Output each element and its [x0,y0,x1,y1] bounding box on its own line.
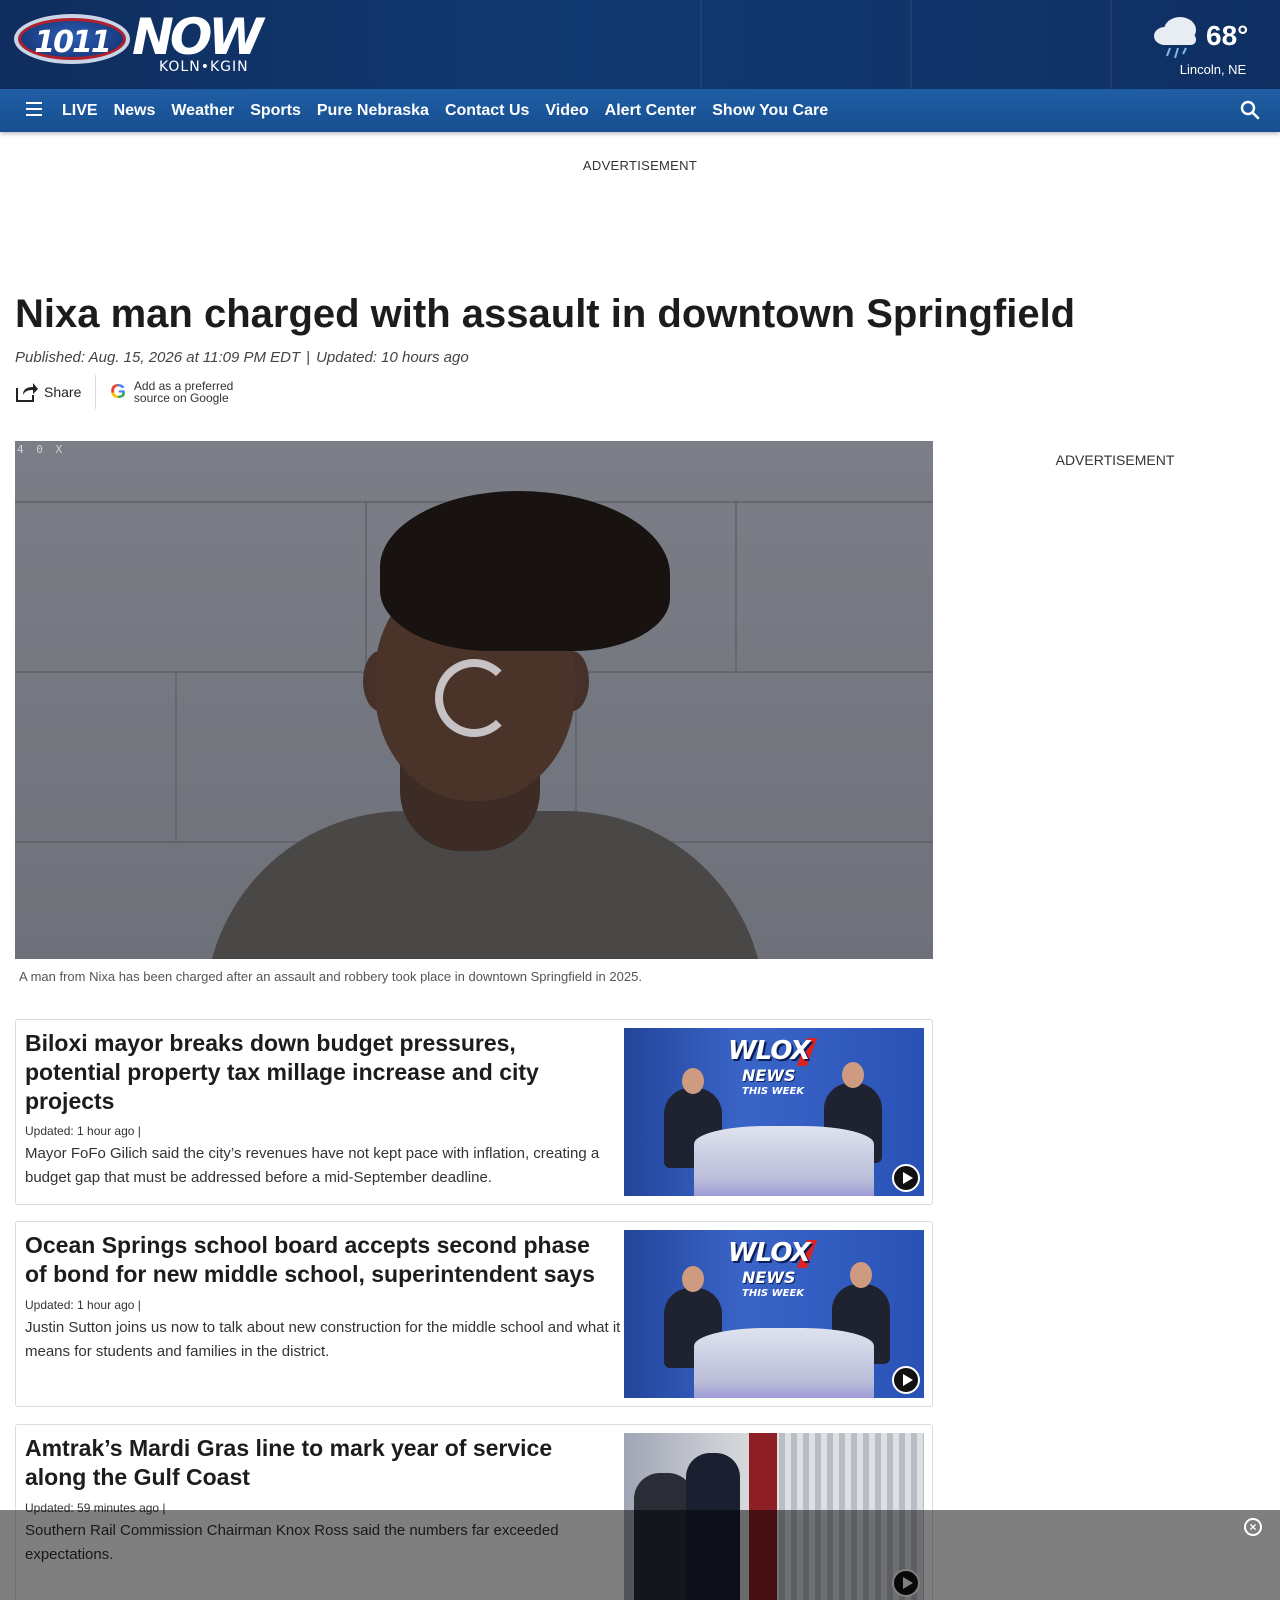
header-texture [1110,0,1112,89]
nav-item-alert-center[interactable]: Alert Center [597,102,705,120]
studio-anchor-left-head [682,1266,704,1292]
logo-callsigns: KOLN•KGIN [159,59,249,75]
thumb-brand-sub: NEWS [742,1066,796,1085]
site-logo[interactable]: 1011 NOW KOLN•KGIN [14,8,276,78]
play-icon[interactable] [892,1366,920,1394]
share-icon [16,383,38,402]
nav-item-show-you-care[interactable]: Show You Care [704,102,836,120]
related-story-title[interactable]: Ocean Springs school board accepts secon… [25,1231,615,1289]
google-source-text: Add as a preferred source on Google [134,380,233,404]
related-story-meta: Updated: 1 hour ago | [25,1124,141,1138]
top-ad-label: ADVERTISEMENT [582,158,698,173]
cloud-rain-icon [1154,17,1196,59]
wall-mortar [365,501,367,671]
nav-item-weather[interactable]: Weather [163,102,242,120]
logo-number: 1011 [34,25,112,60]
thumb-brand-tag: THIS WEEK [742,1086,805,1097]
news-studio-image: WLOX NEWS THIS WEEK [624,1028,924,1196]
wall-mortar [735,501,737,671]
logo-oval: 1011 [14,14,130,64]
news-studio-image: WLOX NEWS THIS WEEK [624,1230,924,1398]
close-circle-icon[interactable]: × [1244,1518,1262,1536]
related-story-summary: Justin Sutton joins us now to talk about… [25,1319,621,1360]
related-story-meta: Updated: 1 hour ago | [25,1298,141,1312]
nav-list: LIVE News Weather Sports Pure Nebraska C… [54,89,836,132]
hero-image[interactable]: 4 0 X [15,441,933,959]
updated-date: Updated: 10 hours ago [316,349,469,366]
google-preferred-source-button[interactable]: G Add as a preferred source on Google [110,380,233,404]
thumb-brand: WLOX [728,1238,811,1268]
studio-desk [694,1328,874,1398]
camera-overlay-text: 4 0 X [17,443,66,456]
studio-anchor-right-head [842,1062,864,1088]
right-ad-label: ADVERTISEMENT [1055,452,1175,468]
related-story-title[interactable]: Biloxi mayor breaks down budget pressure… [25,1029,615,1116]
nav-item-pure-nebraska[interactable]: Pure Nebraska [309,102,437,120]
share-label: Share [44,384,82,400]
share-divider [95,375,97,409]
article-actions: Share G Add as a preferred source on Goo… [15,374,233,410]
thumb-brand: WLOX [728,1036,811,1066]
published-date: Published: Aug. 15, 2026 at 11:09 PM EDT [15,349,301,366]
nav-item-contact-us[interactable]: Contact Us [437,102,537,120]
studio-desk [694,1126,874,1196]
google-icon: G [110,380,126,403]
loading-spinner-icon [435,659,513,737]
related-story-thumbnail[interactable]: WLOX NEWS THIS WEEK [624,1230,924,1398]
nav-item-sports[interactable]: Sports [242,102,309,120]
wall-mortar [175,671,177,841]
sticky-ad-overlay: × [0,1510,1280,1600]
hamburger-menu-icon[interactable] [26,102,42,118]
search-icon[interactable] [1240,100,1260,120]
weather-location: Lincoln, NE [1179,62,1247,77]
main-nav: LIVE News Weather Sports Pure Nebraska C… [0,89,1280,132]
nav-item-live[interactable]: LIVE [54,102,106,120]
header-texture [700,0,702,89]
nav-item-video[interactable]: Video [537,102,596,120]
play-icon[interactable] [892,1164,920,1192]
dateline-separator: | [306,349,311,366]
thumb-brand-sub: NEWS [742,1268,796,1287]
related-story-title[interactable]: Amtrak’s Mardi Gras line to mark year of… [25,1434,615,1492]
nav-item-news[interactable]: News [106,102,164,120]
studio-anchor-right-head [850,1262,872,1288]
studio-anchor-left-head [682,1068,704,1094]
article-dateline: Published: Aug. 15, 2026 at 11:09 PM EDT… [15,349,469,366]
related-story-thumbnail[interactable]: WLOX NEWS THIS WEEK [624,1028,924,1196]
hero-caption: A man from Nixa has been charged after a… [19,969,642,984]
share-button[interactable]: Share [15,381,95,403]
logo-word: NOW [132,8,264,66]
thumb-brand-tag: THIS WEEK [742,1288,805,1299]
header-texture [910,0,912,89]
related-story-card[interactable]: Ocean Springs school board accepts secon… [15,1221,933,1407]
weather-widget[interactable]: 68° Lincoln, NE [1150,14,1262,78]
site-header: 1011 NOW KOLN•KGIN 68° Lincoln, NE [0,0,1280,89]
google-source-line2: source on Google [133,391,229,405]
related-story-summary: Mayor FoFo Gilich said the city’s revenu… [25,1145,600,1186]
related-story-card[interactable]: Biloxi mayor breaks down budget pressure… [15,1019,933,1205]
weather-temperature: 68° [1206,20,1249,51]
article-headline: Nixa man charged with assault in downtow… [15,292,1076,336]
